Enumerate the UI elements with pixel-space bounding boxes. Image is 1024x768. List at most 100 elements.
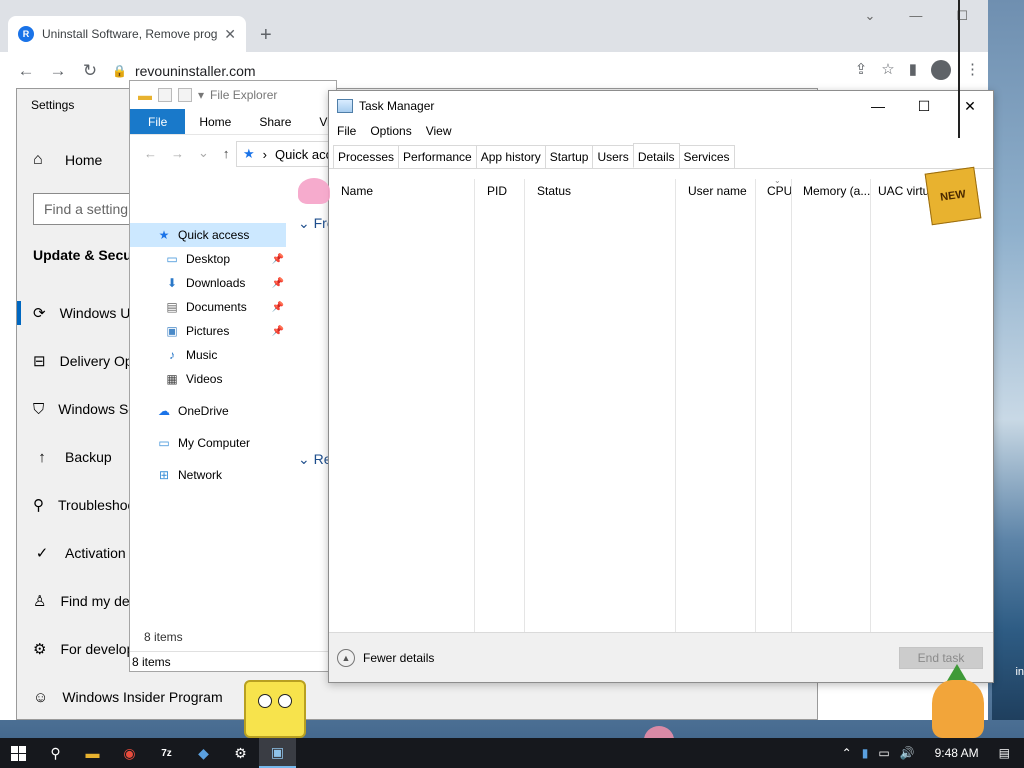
taskbar-task-manager-icon[interactable]: ▣ [259, 738, 296, 768]
settings-item-activation[interactable]: ✓ Activation [17, 529, 137, 577]
settings-item-windows-security[interactable]: ⛉ Windows Security [17, 385, 170, 433]
desktop-edge-text: in [1015, 666, 1024, 678]
network-icon[interactable]: ▭ [878, 746, 889, 760]
tab-processes[interactable]: Processes [333, 145, 400, 168]
tab-users[interactable]: Users [592, 145, 634, 168]
settings-item-troubleshoot[interactable]: ⚲ Troubleshoot [17, 481, 140, 529]
nav-item-documents[interactable]: ▤ Documents 📌 [130, 295, 286, 319]
minimize-button[interactable]: — [855, 91, 901, 121]
nav-item-music[interactable]: ♪ Music [130, 343, 286, 367]
taskbar-file-explorer-icon[interactable]: ▬ [74, 738, 111, 768]
taskbar-settings-icon[interactable]: ⚙ [222, 738, 259, 768]
column-header-pid[interactable]: PID [475, 179, 525, 634]
taskbar-search-icon[interactable]: ⚲ [37, 738, 74, 768]
show-hidden-icons-icon[interactable]: ⌃ [842, 746, 852, 760]
settings-item-delivery-optimization[interactable]: ⊟ Delivery Optimization [17, 337, 192, 385]
ribbon-tab-file[interactable]: File [130, 109, 186, 134]
back-button[interactable]: ← [10, 61, 42, 81]
column-header-memory[interactable]: Memory (a... [792, 179, 871, 634]
pin-icon[interactable]: 📌 [272, 326, 284, 337]
recent-files-group[interactable]: ⌄ Re [298, 451, 332, 468]
ribbon-tab-home[interactable]: Home [185, 109, 245, 134]
browser-tab[interactable]: R Uninstall Software, Remove prog ✕ [8, 16, 246, 52]
volume-icon[interactable]: 🔊 [900, 746, 915, 760]
nav-item-quick-access[interactable]: ★ Quick access [130, 223, 286, 247]
end-task-button[interactable]: End task [899, 647, 983, 669]
notifications-icon[interactable]: ▤ [999, 746, 1010, 760]
column-header-uac[interactable]: UAC virtual [871, 179, 969, 634]
tab-performance[interactable]: Performance [398, 145, 477, 168]
taskbar-app-icon[interactable]: ◆ [185, 738, 222, 768]
nav-item-my-computer[interactable]: ▭ My Computer [130, 431, 286, 455]
side-panel-icon[interactable]: ▮ [909, 60, 917, 80]
forward-arrow-icon[interactable]: → [171, 146, 184, 161]
recent-dropdown-icon[interactable]: ⌄ [198, 145, 209, 161]
nav-item-label: Downloads [186, 276, 246, 290]
close-button[interactable]: ✕ [947, 91, 993, 121]
settings-item-label: Troubleshoot [58, 497, 140, 513]
settings-item-backup[interactable]: ↑ Backup [17, 433, 137, 481]
address-bar[interactable]: 🔒 revouninstaller.com [112, 63, 256, 79]
quick-access-properties-icon[interactable] [158, 88, 172, 102]
taskbar-chrome-icon[interactable]: ◉ [111, 738, 148, 768]
nav-item-network[interactable]: ⊞ Network [130, 463, 286, 487]
settings-item-for-developers[interactable]: ⚙ For developers [17, 625, 154, 673]
profile-avatar[interactable] [931, 60, 951, 80]
new-tab-button[interactable]: + [260, 24, 272, 47]
taskbar-7zip-icon[interactable]: 7z [148, 738, 185, 768]
menu-options[interactable]: Options [370, 124, 411, 138]
tab-app-history[interactable]: App history [475, 145, 546, 168]
settings-search-input[interactable]: Find a setting [33, 193, 137, 225]
menu-view[interactable]: View [426, 124, 452, 138]
back-arrow-icon[interactable]: ← [144, 146, 157, 161]
column-header-status[interactable]: Status [525, 179, 676, 634]
nav-item-onedrive[interactable]: ☁ OneDrive [130, 399, 286, 423]
up-arrow-icon[interactable]: ↑ [223, 146, 230, 161]
video-icon: ▦ [166, 372, 178, 386]
tab-details[interactable]: Details [632, 143, 680, 168]
settings-home-link[interactable]: ⌂ Home [33, 151, 102, 169]
column-header-user-name[interactable]: User name [676, 179, 756, 634]
chevron-up-icon[interactable]: ▲ [337, 648, 355, 667]
tab-services[interactable]: Services [678, 145, 735, 168]
desktop-folder-icon: ▭ [166, 252, 178, 266]
pin-icon[interactable]: 📌 [272, 302, 284, 313]
start-button[interactable] [0, 738, 37, 768]
breadcrumb[interactable]: ★ › Quick access [236, 141, 336, 167]
chrome-tab-search-icon[interactable]: ⌄ [864, 8, 875, 24]
backup-icon: ↑ [38, 448, 46, 466]
share-icon[interactable]: ⇪ [855, 60, 868, 80]
nav-item-desktop[interactable]: ▭ Desktop 📌 [130, 247, 286, 271]
nav-item-videos[interactable]: ▦ Videos [130, 367, 286, 391]
sponge-eye [258, 694, 272, 708]
column-header-name[interactable]: Name [329, 179, 475, 634]
settings-item-windows-insider[interactable]: ☺ Windows Insider Program [17, 673, 223, 721]
quick-access-dropdown-icon[interactable]: ▾ [198, 88, 204, 102]
tray-app-icon[interactable]: ▮ [862, 746, 869, 760]
quick-access-newfolder-icon[interactable] [178, 88, 192, 102]
nav-item-downloads[interactable]: ⬇ Downloads 📌 [130, 271, 286, 295]
maximize-button[interactable]: ☐ [901, 91, 947, 121]
reload-button[interactable]: ↻ [74, 61, 106, 81]
forward-button[interactable]: → [42, 61, 74, 81]
chrome-menu-icon[interactable]: ⋮ [965, 60, 980, 80]
settings-item-find-my-device[interactable]: ♙ Find my device [17, 577, 155, 625]
home-icon: ⌂ [33, 151, 43, 168]
chrome-minimize-button[interactable]: — [909, 8, 922, 24]
settings-home-label: Home [65, 152, 103, 168]
tab-startup[interactable]: Startup [544, 145, 594, 168]
pin-icon[interactable]: 📌 [272, 278, 284, 289]
settings-nav: ⟳ Windows Update ⊟ Delivery Optimization… [17, 289, 223, 721]
nav-item-pictures[interactable]: ▣ Pictures 📌 [130, 319, 286, 343]
menu-file[interactable]: File [337, 124, 356, 138]
ribbon-tab-share[interactable]: Share [245, 109, 305, 134]
tab-close-icon[interactable]: ✕ [224, 26, 236, 43]
clock[interactable]: 9:48 AM [935, 746, 979, 760]
star-icon: ★ [243, 146, 255, 161]
pin-icon[interactable]: 📌 [272, 254, 284, 265]
bookmark-star-icon[interactable]: ☆ [881, 60, 894, 80]
fewer-details-link[interactable]: Fewer details [363, 651, 434, 665]
settings-item-windows-update[interactable]: ⟳ Windows Update [17, 289, 165, 337]
column-header-cpu[interactable]: ⌄ CPU [756, 179, 792, 634]
